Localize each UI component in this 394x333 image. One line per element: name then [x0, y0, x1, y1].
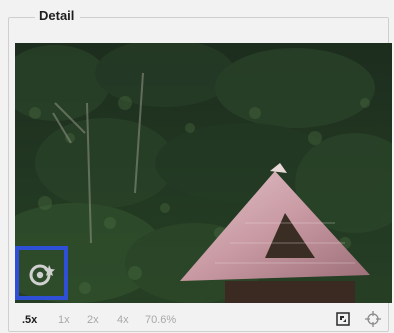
zoom-option-1x[interactable]: 1x: [58, 313, 70, 327]
clipping-toggle-button[interactable]: [15, 246, 68, 300]
detail-panel: Detail .5x 1x 2x 4x 70.6%: [3, 0, 392, 333]
crosshair-target-icon[interactable]: [365, 311, 381, 327]
zoom-option-2x[interactable]: 2x: [87, 313, 99, 327]
zoom-percentage: 70.6%: [145, 314, 177, 326]
clipping-warning-icon: [29, 264, 55, 286]
zoom-option-half[interactable]: .5x: [22, 313, 37, 327]
zoom-bar: .5x 1x 2x 4x 70.6%: [15, 305, 392, 333]
panel-title: Detail: [35, 6, 81, 26]
zoom-option-4x[interactable]: 4x: [117, 313, 129, 327]
forest-hut-picture: [15, 43, 392, 303]
detail-preview-image[interactable]: [15, 43, 392, 303]
fit-to-frame-icon[interactable]: [335, 311, 351, 327]
